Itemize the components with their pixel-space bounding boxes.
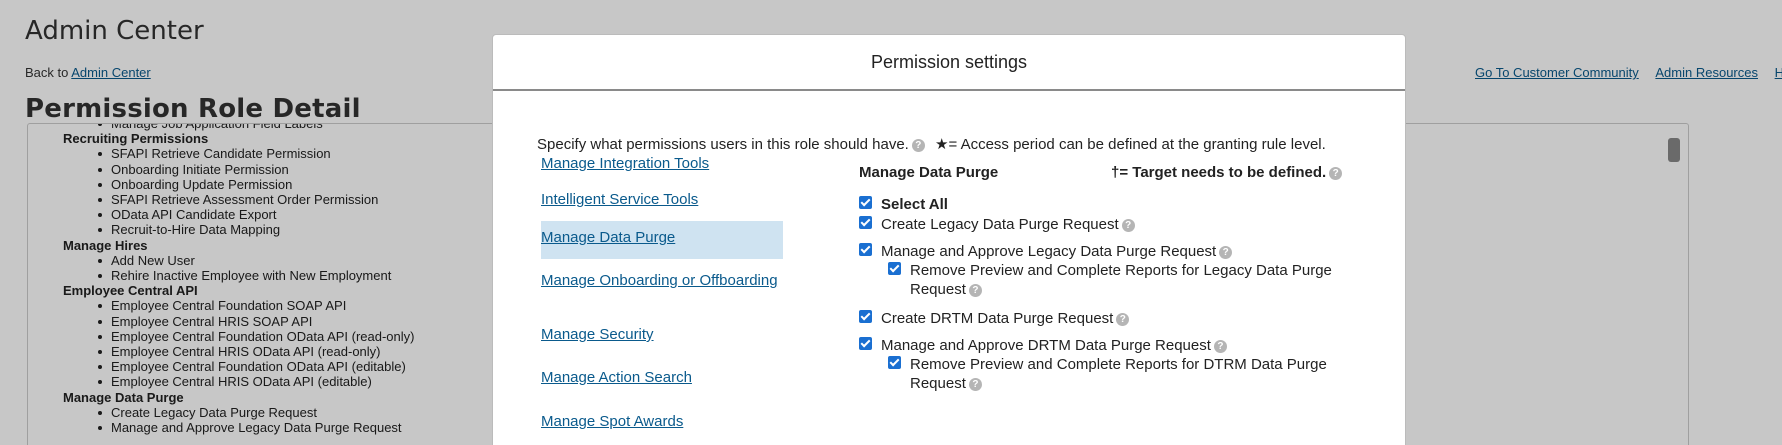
checkbox-checked-icon[interactable] bbox=[859, 310, 872, 323]
dagger-note: †= Target needs to be defined.? bbox=[1111, 164, 1343, 181]
nav-manage-onboarding-offboarding[interactable]: Manage Onboarding or Offboarding bbox=[541, 264, 783, 298]
permission-category-nav: Manage Integration Tools Intelligent Ser… bbox=[541, 157, 791, 445]
nav-manage-action-search[interactable]: Manage Action Search bbox=[541, 361, 783, 395]
select-all-label: Select All bbox=[881, 196, 948, 213]
nav-manage-spot-awards[interactable]: Manage Spot Awards bbox=[541, 405, 783, 439]
permission-checkbox[interactable]: Manage and Approve DRTM Data Purge Reque… bbox=[859, 336, 1227, 355]
checkbox-checked-icon[interactable] bbox=[888, 356, 901, 369]
permission-checkbox[interactable]: Manage and Approve Legacy Data Purge Req… bbox=[859, 242, 1233, 261]
permission-label: Manage and Approve Legacy Data Purge Req… bbox=[881, 243, 1217, 260]
nav-manage-integration-tools[interactable]: Manage Integration Tools bbox=[541, 157, 783, 181]
section-title: Manage Data Purge bbox=[859, 164, 999, 181]
permission-label: Create DRTM Data Purge Request bbox=[881, 310, 1114, 327]
help-icon[interactable]: ? bbox=[1213, 339, 1227, 353]
help-icon[interactable]: ? bbox=[1219, 245, 1233, 259]
help-icon[interactable]: ? bbox=[968, 283, 982, 297]
nav-manage-security[interactable]: Manage Security bbox=[541, 318, 783, 352]
permission-checkbox[interactable]: Create Legacy Data Purge Request? bbox=[859, 215, 1135, 234]
dialog-title: Permission settings bbox=[493, 35, 1405, 91]
checkbox-checked-icon[interactable] bbox=[888, 262, 901, 275]
help-icon[interactable]: ? bbox=[911, 138, 925, 152]
dagger-note-label: †= Target needs to be defined. bbox=[1111, 164, 1327, 181]
help-icon[interactable]: ? bbox=[968, 377, 982, 391]
checkbox-checked-icon[interactable] bbox=[859, 243, 872, 256]
permission-checkbox[interactable]: Remove Preview and Complete Reports for … bbox=[888, 355, 1348, 393]
star-note: ★= Access period can be defined at the g… bbox=[935, 136, 1326, 153]
permission-label: Manage and Approve DRTM Data Purge Reque… bbox=[881, 337, 1211, 354]
permission-checkbox[interactable]: Create DRTM Data Purge Request? bbox=[859, 309, 1130, 328]
intro-label: Specify what permissions users in this r… bbox=[537, 136, 909, 153]
checkbox-checked-icon[interactable] bbox=[859, 196, 872, 209]
nav-intelligent-service-tools[interactable]: Intelligent Service Tools bbox=[541, 183, 783, 217]
intro-text: Specify what permissions users in this r… bbox=[537, 135, 1326, 153]
help-icon[interactable]: ? bbox=[1329, 166, 1343, 180]
permission-settings-dialog: Permission settings Specify what permiss… bbox=[492, 34, 1406, 445]
help-icon[interactable]: ? bbox=[1116, 312, 1130, 326]
checkbox-checked-icon[interactable] bbox=[859, 337, 872, 350]
permission-checkbox[interactable]: Remove Preview and Complete Reports for … bbox=[888, 261, 1348, 299]
select-all-checkbox[interactable]: Select All bbox=[859, 195, 948, 214]
help-icon[interactable]: ? bbox=[1121, 218, 1135, 232]
permission-label: Create Legacy Data Purge Request bbox=[881, 216, 1119, 233]
nav-manage-data-purge[interactable]: Manage Data Purge bbox=[541, 221, 783, 259]
checkbox-checked-icon[interactable] bbox=[859, 216, 872, 229]
